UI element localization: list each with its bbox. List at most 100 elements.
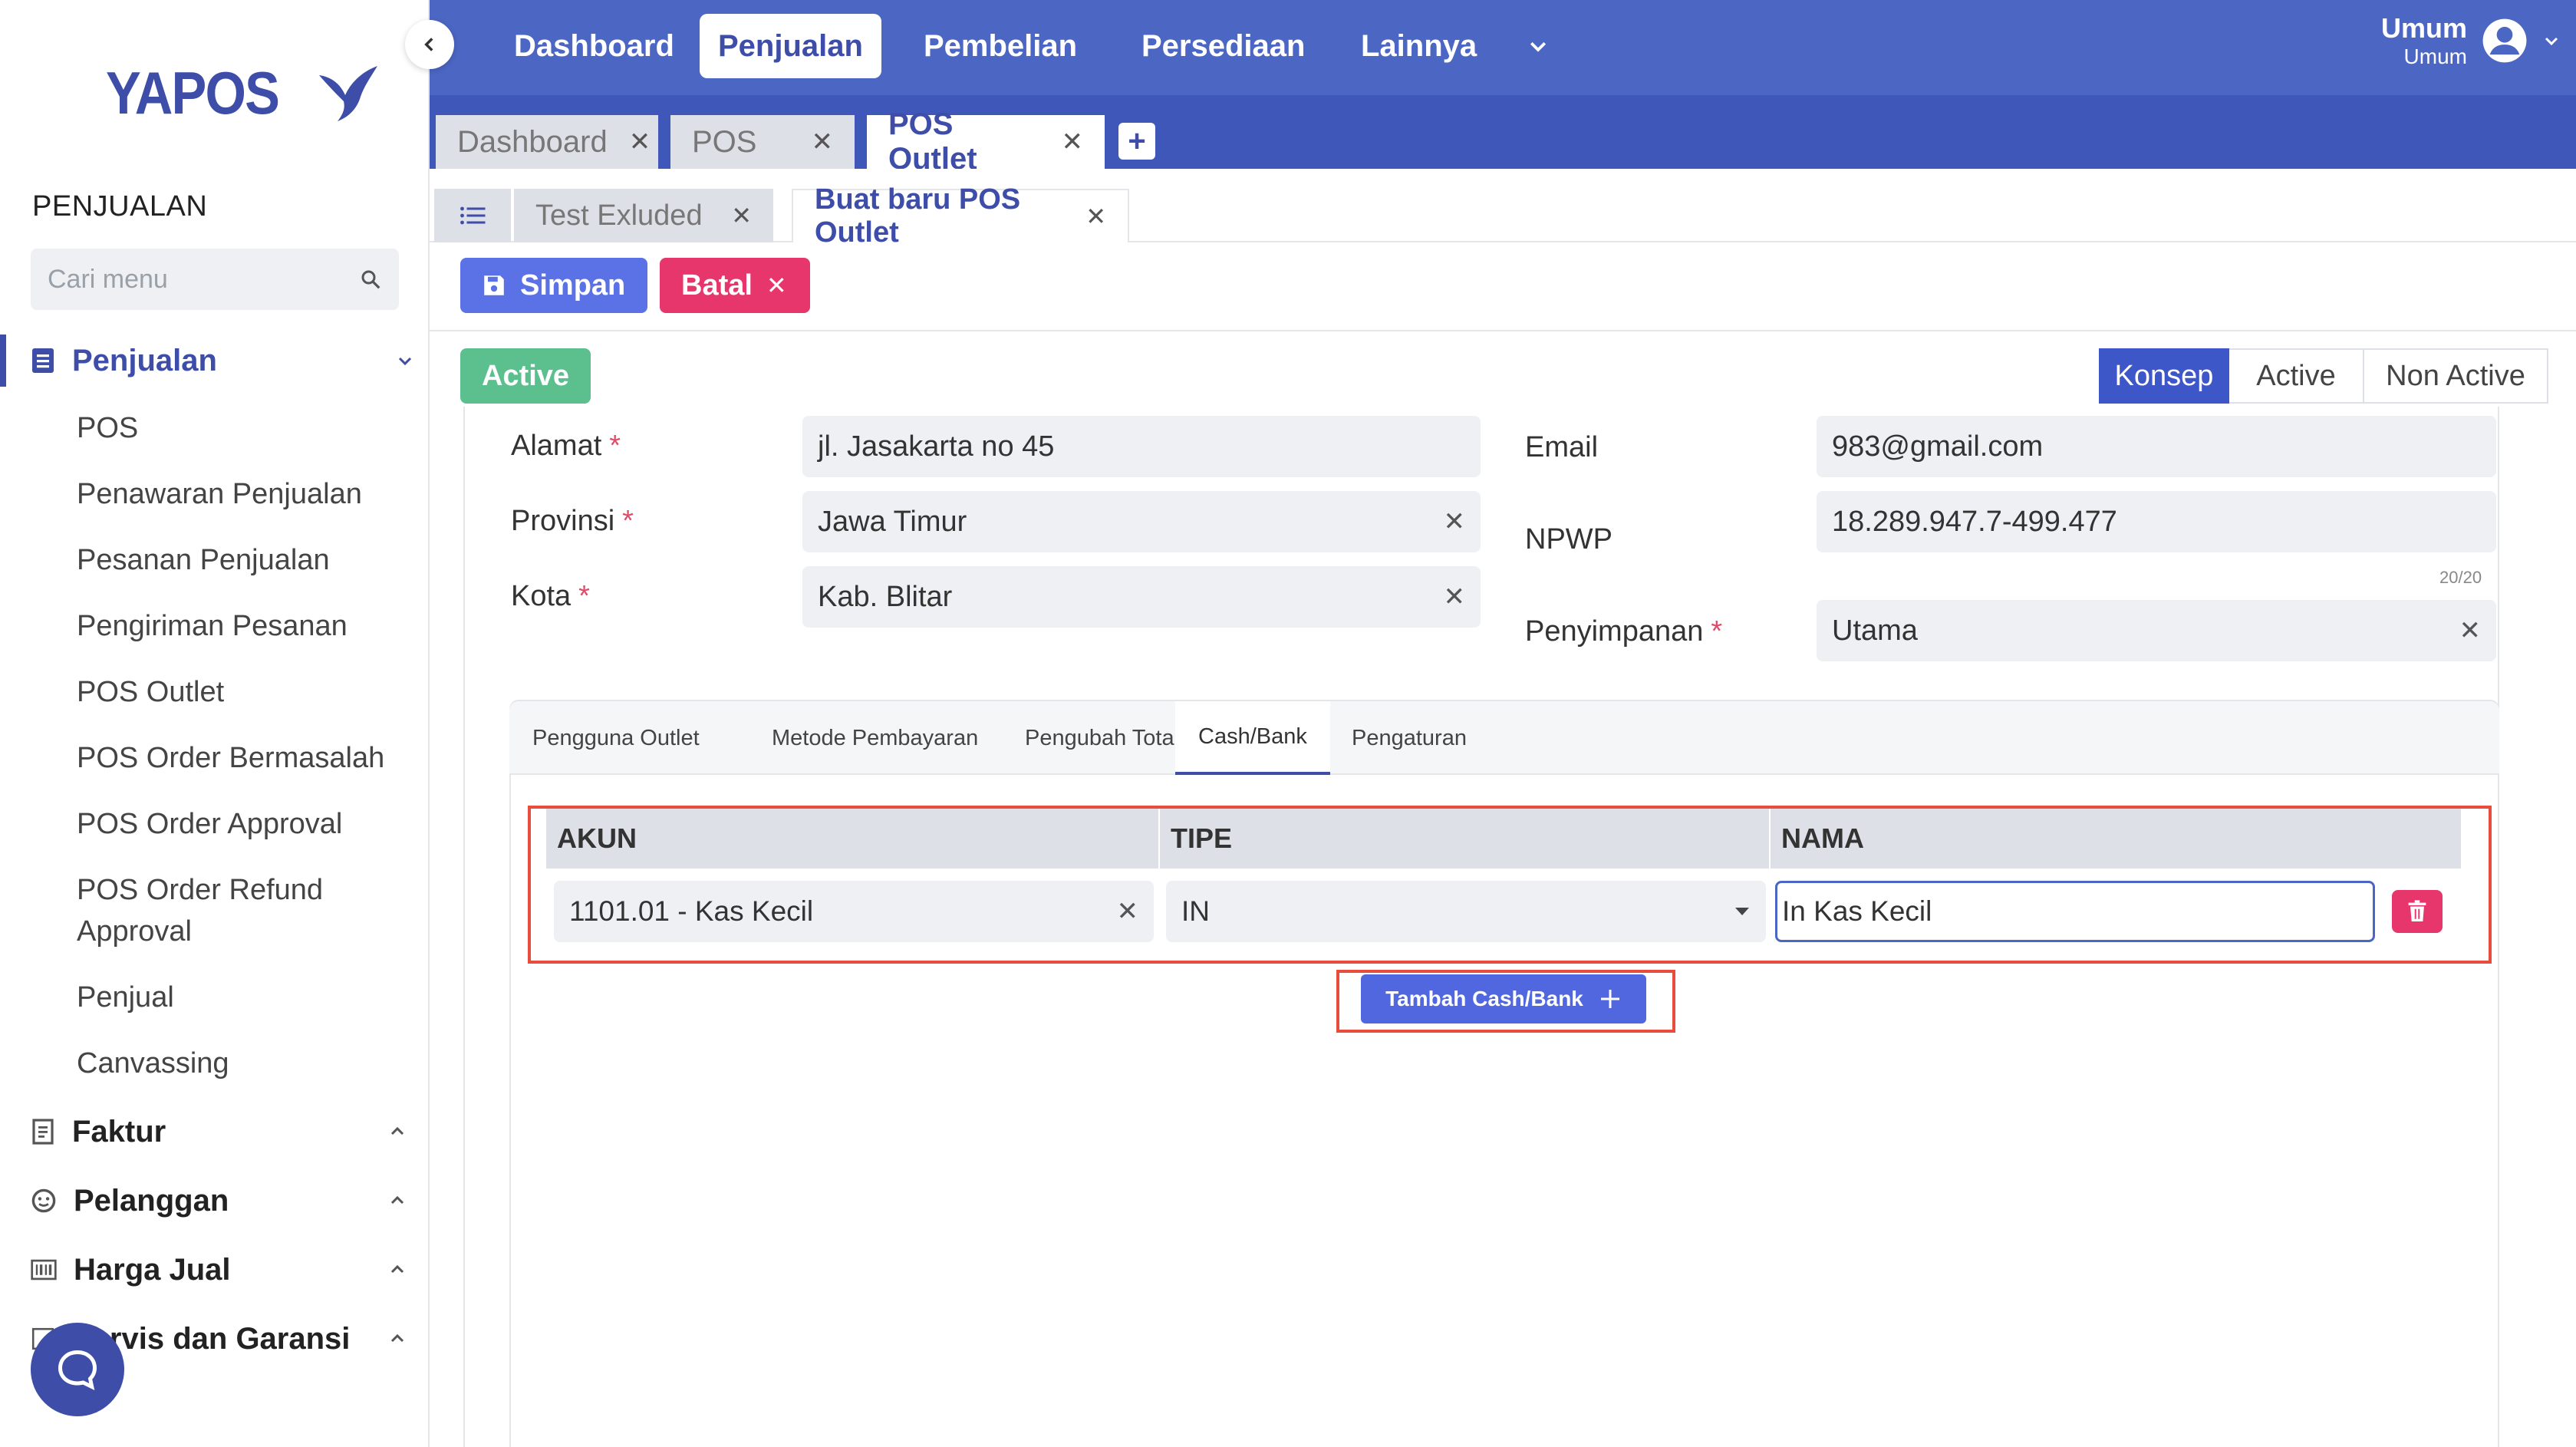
status-badge: Active <box>460 348 591 404</box>
document-icon <box>32 348 54 373</box>
provinsi-label-text: Provinsi <box>511 505 615 537</box>
cancel-button[interactable]: Batal ✕ <box>660 258 810 313</box>
sidebar-item-pesanan[interactable]: Pesanan Penjualan <box>77 539 330 581</box>
tab-metode-pembayaran[interactable]: Metode Pembayaran <box>749 701 1001 775</box>
step-non-active[interactable]: Non Active <box>2364 348 2548 404</box>
clear-icon[interactable]: ✕ <box>1117 896 1139 927</box>
sidebar-item-pos-order-refund[interactable]: POS Order Refund <box>77 869 323 911</box>
sidebar-item-pos-outlet[interactable]: POS Outlet <box>77 671 224 713</box>
tab-cash-bank[interactable]: Cash/Bank <box>1175 701 1330 775</box>
email-value: 983@gmail.com <box>1832 430 2044 463</box>
alamat-value: jl. Jasakarta no 45 <box>818 430 1055 463</box>
list-icon <box>460 206 486 225</box>
trash-icon <box>2408 900 2426 921</box>
tab-dashboard[interactable]: Dashboard ✕ <box>436 115 658 169</box>
subtab-buat-baru[interactable]: Buat baru POS Outlet ✕ <box>792 183 1129 249</box>
tab-pos[interactable]: POS ✕ <box>670 115 855 169</box>
list-view-button[interactable] <box>434 189 511 242</box>
sidebar-item-pengiriman[interactable]: Pengiriman Pesanan <box>77 605 348 647</box>
npwp-input[interactable]: 18.289.947.7-499.477 <box>1817 491 2496 552</box>
nav-pembelian[interactable]: Pembelian <box>905 14 1095 78</box>
sidebar-group-label: Penjualan <box>72 343 217 377</box>
chevron-down-icon <box>1530 41 1547 52</box>
sidebar-item-penjual[interactable]: Penjual <box>77 977 174 1018</box>
email-label: Email <box>1525 431 1599 463</box>
close-icon: ✕ <box>766 272 787 299</box>
clear-icon[interactable]: ✕ <box>1444 506 1466 537</box>
nav-dashboard[interactable]: Dashboard <box>496 14 693 78</box>
nav-persediaan[interactable]: Persediaan <box>1123 14 1323 78</box>
sub-tabs: Test Exluded ✕ Buat baru POS Outlet ✕ <box>430 169 2576 249</box>
kota-select[interactable]: Kab. Blitar ✕ <box>802 566 1481 628</box>
bird-logo-icon <box>318 65 377 121</box>
tab-pengubah-total[interactable]: Pengubah Total <box>1002 701 1202 775</box>
clear-icon[interactable]: ✕ <box>2459 615 2482 646</box>
chevron-up-icon <box>390 1126 404 1136</box>
barcode-icon <box>31 1259 57 1281</box>
chat-button[interactable] <box>31 1323 124 1416</box>
nav-more-dropdown[interactable] <box>1508 14 1568 78</box>
sidebar-group-pelanggan[interactable]: Pelanggan <box>31 1176 407 1225</box>
tipe-select[interactable]: IN <box>1166 881 1766 942</box>
required-mark: * <box>578 580 590 612</box>
subtab-label: Buat baru POS Outlet <box>815 183 1021 249</box>
plus-icon <box>1600 990 1619 1008</box>
provinsi-select[interactable]: Jawa Timur ✕ <box>802 491 1481 552</box>
sidebar-group-faktur[interactable]: Faktur <box>31 1107 407 1156</box>
close-icon[interactable]: ✕ <box>1085 202 1106 231</box>
npwp-value: 18.289.947.7-499.477 <box>1832 505 2117 538</box>
step-konsep[interactable]: Konsep <box>2099 348 2229 404</box>
logo[interactable]: YAPOS <box>106 58 380 128</box>
nav-penjualan[interactable]: Penjualan <box>700 14 881 78</box>
sidebar-item-pos-order-bermasalah[interactable]: POS Order Bermasalah <box>77 737 384 779</box>
subtab-test-exluded[interactable]: Test Exluded ✕ <box>514 189 773 242</box>
email-input[interactable]: 983@gmail.com <box>1817 416 2496 477</box>
close-icon[interactable]: ✕ <box>731 201 752 230</box>
tab-label: POS <box>692 124 757 159</box>
tab-pos-outlet[interactable]: POS Outlet ✕ <box>867 107 1105 176</box>
sidebar-item-pos[interactable]: POS <box>77 407 138 449</box>
sidebar-item-canvassing[interactable]: Canvassing <box>77 1043 229 1084</box>
alamat-input[interactable]: jl. Jasakarta no 45 <box>802 416 1481 477</box>
status-steps: Konsep Active Non Active <box>2099 348 2548 404</box>
sidebar-item-pos-order-refund-line2[interactable]: Approval <box>77 911 192 952</box>
akun-value: 1101.01 - Kas Kecil <box>569 895 814 927</box>
penyimpanan-value: Utama <box>1832 614 1918 647</box>
search-placeholder: Cari menu <box>48 264 168 294</box>
divider <box>430 330 2576 331</box>
tab-pengguna-outlet[interactable]: Pengguna Outlet <box>509 701 723 775</box>
add-cash-bank-button[interactable]: Tambah Cash/Bank <box>1361 974 1646 1023</box>
clear-icon[interactable]: ✕ <box>1444 582 1466 612</box>
sidebar-group-penjualan[interactable]: Penjualan <box>0 335 414 387</box>
add-tab-button[interactable]: + <box>1118 123 1155 160</box>
sidebar-item-penawaran[interactable]: Penawaran Penjualan <box>77 473 362 515</box>
chevron-up-icon <box>390 1264 404 1274</box>
close-icon[interactable]: ✕ <box>629 127 651 157</box>
nama-input[interactable]: In Kas Kecil <box>1775 881 2375 942</box>
provinsi-value: Jawa Timur <box>818 505 967 538</box>
panel-tabs: Pengguna Outlet Metode Pembayaran Pengub… <box>509 701 2499 775</box>
chevron-left-icon <box>424 38 433 51</box>
chevron-down-icon <box>2545 37 2558 46</box>
sidebar-collapse-button[interactable] <box>405 20 454 69</box>
save-button[interactable]: Simpan <box>460 258 647 313</box>
sidebar-item-pos-order-approval[interactable]: POS Order Approval <box>77 803 342 845</box>
menu-search[interactable]: Cari menu <box>31 249 399 310</box>
delete-row-button[interactable] <box>2392 890 2443 933</box>
avatar-icon <box>2482 18 2527 63</box>
group-label-harga-jual: Harga Jual <box>74 1252 231 1287</box>
step-active[interactable]: Active <box>2229 348 2364 404</box>
akun-select[interactable]: 1101.01 - Kas Kecil ✕ <box>554 881 1154 942</box>
sidebar: YAPOS PENJUALAN Cari menu Penjualan POS … <box>0 0 430 1447</box>
required-mark: * <box>1711 615 1723 648</box>
user-text: Umum Umum <box>2381 12 2467 69</box>
logo-text: YAPOS <box>106 59 280 127</box>
nav-lainnya[interactable]: Lainnya <box>1342 14 1495 78</box>
user-menu[interactable]: Umum Umum <box>2381 12 2561 69</box>
sidebar-group-harga-jual[interactable]: Harga Jual <box>31 1245 407 1294</box>
tab-label: POS Outlet <box>888 107 977 176</box>
close-icon[interactable]: ✕ <box>1062 127 1084 157</box>
close-icon[interactable]: ✕ <box>812 127 834 157</box>
penyimpanan-select[interactable]: Utama ✕ <box>1817 600 2496 661</box>
tab-pengaturan[interactable]: Pengaturan <box>1329 701 1490 775</box>
